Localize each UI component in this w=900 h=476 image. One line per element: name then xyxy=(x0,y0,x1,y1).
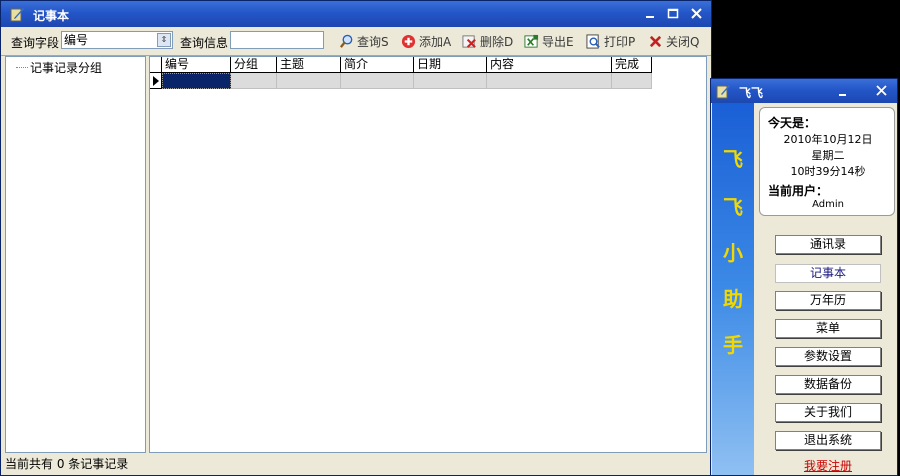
time-text: 10时39分14秒 xyxy=(790,165,866,178)
minimize-icon xyxy=(839,94,846,96)
close-button[interactable]: 关闭Q xyxy=(648,32,699,50)
about-button[interactable]: 关于我们 xyxy=(775,403,881,422)
banner-char: 助 xyxy=(723,287,743,311)
register-link[interactable]: 我要注册 xyxy=(775,457,881,474)
close-x-icon xyxy=(649,35,662,47)
banner-char: 手 xyxy=(723,333,743,357)
side-banner: 飞 飞 小 助 手 xyxy=(712,103,754,475)
weekday-text: 星期二 xyxy=(811,149,845,162)
row-pointer-icon xyxy=(150,73,162,89)
close-icon xyxy=(691,8,702,19)
exit-button[interactable]: 退出系统 xyxy=(775,431,881,450)
query-button[interactable]: 查询S xyxy=(339,32,389,50)
close-icon xyxy=(876,85,887,96)
notebook-window: 记事本 查询字段 编号 ⇕ 查询信息 查询S 添加A 删除D 导出E 打印P 关… xyxy=(0,0,712,476)
grid-cell[interactable] xyxy=(414,73,487,89)
add-button[interactable]: 添加A xyxy=(401,32,451,50)
minimize-button[interactable] xyxy=(640,4,661,24)
app-icon xyxy=(10,8,24,22)
banner-char: 飞 xyxy=(723,195,743,219)
grid-cell[interactable] xyxy=(231,73,277,89)
column-header-date[interactable]: 日期 xyxy=(414,57,487,73)
delete-icon xyxy=(462,34,476,48)
column-header-id[interactable]: 编号 xyxy=(162,57,231,73)
notebook-button[interactable]: 记事本 xyxy=(775,264,881,283)
column-header-subject[interactable]: 主题 xyxy=(277,57,341,73)
window-title: 记事本 xyxy=(33,9,70,23)
delete-button[interactable]: 删除D xyxy=(462,32,513,50)
backup-button[interactable]: 数据备份 xyxy=(775,375,881,394)
query-info-input[interactable] xyxy=(230,31,324,49)
query-field-value: 编号 xyxy=(64,33,89,47)
assistant-titlebar[interactable]: 飞飞 xyxy=(711,79,897,103)
settings-button[interactable]: 参数设置 xyxy=(775,347,881,366)
magnifier-icon xyxy=(339,34,353,48)
column-header-summary[interactable]: 简介 xyxy=(341,57,414,73)
grid-cell[interactable] xyxy=(341,73,414,89)
today-label: 今天是： xyxy=(768,116,817,130)
dropdown-arrow-icon[interactable]: ⇕ xyxy=(157,33,171,47)
app-icon xyxy=(716,85,730,99)
toolbar: 查询字段 编号 ⇕ 查询信息 查询S 添加A 删除D 导出E 打印P 关闭Q xyxy=(1,27,711,56)
grid-corner xyxy=(150,57,162,73)
group-tree[interactable]: 记事记录分组 xyxy=(5,56,146,453)
maximize-button[interactable] xyxy=(663,4,684,24)
grid-cell[interactable] xyxy=(487,73,612,89)
export-button[interactable]: 导出E xyxy=(524,32,574,50)
grid-header: 编号 分组 主题 简介 日期 内容 完成 xyxy=(150,57,652,73)
column-header-content[interactable]: 内容 xyxy=(487,57,612,73)
minimize-button[interactable] xyxy=(833,81,854,101)
query-info-label: 查询信息 xyxy=(180,36,229,50)
column-header-done[interactable]: 完成 xyxy=(612,57,652,73)
contacts-button[interactable]: 通讯录 xyxy=(775,235,881,254)
notebook-titlebar[interactable]: 记事本 xyxy=(1,1,711,27)
banner-char: 小 xyxy=(723,241,743,265)
print-preview-icon xyxy=(586,33,600,49)
grid-cell[interactable] xyxy=(612,73,652,89)
column-header-group[interactable]: 分组 xyxy=(231,57,277,73)
user-label: 当前用户： xyxy=(768,184,829,198)
assistant-window: 飞飞 飞 飞 小 助 手 今天是： 2010年10月12日 星期二 10时39分… xyxy=(710,78,898,476)
excel-export-icon xyxy=(524,34,539,48)
tree-root-node[interactable]: 记事记录分组 xyxy=(16,59,102,76)
records-grid[interactable]: 编号 分组 主题 简介 日期 内容 完成 xyxy=(149,56,707,453)
menu-button[interactable]: 菜单 xyxy=(775,319,881,338)
tree-line xyxy=(16,67,28,68)
minimize-icon xyxy=(646,16,654,18)
banner-char: 飞 xyxy=(723,147,743,171)
content-area: 记事记录分组 编号 分组 主题 简介 日期 内容 完成 xyxy=(5,56,707,453)
close-window-button[interactable] xyxy=(872,81,893,101)
close-window-button[interactable] xyxy=(686,4,707,24)
print-button[interactable]: 打印P xyxy=(586,32,635,50)
status-bar: 当前共有 0 条记事记录 xyxy=(5,457,129,471)
grid-cell[interactable] xyxy=(162,73,231,89)
query-field-label: 查询字段 xyxy=(11,36,60,50)
plus-icon xyxy=(401,34,416,48)
grid-cell[interactable] xyxy=(277,73,341,89)
info-panel: 今天是： 2010年10月12日 星期二 10时39分14秒 当前用户： Adm… xyxy=(759,107,895,216)
maximize-icon xyxy=(667,8,679,19)
user-text: Admin xyxy=(812,199,844,210)
table-row[interactable] xyxy=(150,73,652,89)
date-text: 2010年10月12日 xyxy=(783,133,873,146)
calendar-button[interactable]: 万年历 xyxy=(775,291,881,310)
tree-root-label: 记事记录分组 xyxy=(30,61,103,75)
query-field-select[interactable]: 编号 ⇕ xyxy=(61,31,173,49)
assistant-title: 飞飞 xyxy=(739,86,764,100)
